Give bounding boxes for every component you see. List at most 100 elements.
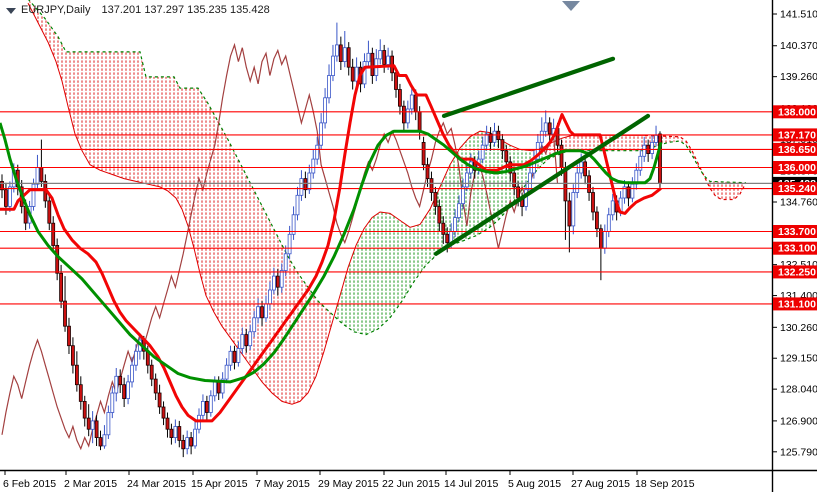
- candle: [149, 364, 154, 380]
- candle: [437, 205, 442, 224]
- ohlc-readout: 137.201 137.297 135.235 135.428: [101, 4, 270, 16]
- candle: [118, 375, 123, 386]
- candle: [200, 400, 205, 416]
- candle: [208, 395, 213, 413]
- candle: [492, 130, 497, 143]
- candle: [126, 381, 130, 399]
- candle: [299, 178, 304, 196]
- candle: [464, 172, 469, 188]
- candle: [260, 306, 264, 319]
- candle: [342, 47, 347, 63]
- price-axis-label: 141.510: [780, 9, 817, 21]
- candle: [75, 364, 79, 386]
- candle: [35, 167, 40, 185]
- candle: [232, 350, 237, 363]
- candle: [543, 122, 548, 132]
- candle: [134, 350, 138, 366]
- level-label-text: 133.700: [778, 226, 816, 238]
- candle: [591, 192, 595, 213]
- candle: [130, 364, 134, 383]
- candle: [547, 122, 552, 135]
- candle: [528, 172, 532, 191]
- candle: [55, 244, 60, 274]
- candle: [181, 439, 186, 450]
- candle: [248, 331, 253, 347]
- level-label-text: 131.100: [778, 298, 816, 310]
- price-chart[interactable]: 141.510140.370139.260138.120137.010135.8…: [0, 0, 817, 492]
- price-axis-label: 134.760: [780, 197, 817, 209]
- candle: [417, 111, 422, 132]
- candle: [224, 364, 229, 380]
- candle: [303, 178, 308, 191]
- candle: [94, 420, 99, 438]
- candle: [382, 50, 387, 65]
- date-axis-label: 18 Sep 2015: [635, 478, 695, 490]
- candle: [445, 233, 450, 244]
- candle: [275, 275, 280, 288]
- candle: [334, 44, 339, 57]
- candle: [51, 222, 56, 246]
- candle: [327, 75, 331, 99]
- candle: [256, 306, 261, 319]
- candle: [283, 253, 288, 271]
- candle: [484, 133, 489, 146]
- date-axis-label: 29 May 2015: [318, 478, 379, 490]
- candle: [539, 130, 544, 143]
- candle: [429, 178, 434, 193]
- candle: [394, 72, 398, 90]
- candle: [319, 122, 324, 146]
- candle: [338, 44, 343, 63]
- date-axis-label: 14 Jul 2015: [444, 478, 498, 490]
- candle: [654, 134, 658, 143]
- level-label-text: 136.000: [778, 162, 816, 174]
- price-axis-label: 129.150: [780, 353, 817, 365]
- candle: [480, 144, 485, 160]
- candle: [165, 417, 170, 430]
- candle: [204, 400, 209, 413]
- date-axis-label: 22 Jun 2015: [382, 478, 440, 490]
- candle: [295, 194, 300, 216]
- candle: [7, 186, 12, 207]
- candle: [512, 172, 517, 188]
- level-label-text: 132.250: [778, 266, 816, 278]
- candle: [47, 200, 52, 224]
- candle: [401, 105, 406, 124]
- symbol-period-label: EURJPY,Daily: [21, 4, 91, 16]
- candle: [311, 158, 316, 174]
- candle: [106, 412, 111, 436]
- candle: [331, 55, 335, 76]
- candle: [370, 52, 375, 76]
- candle: [630, 183, 635, 199]
- candle: [271, 275, 276, 291]
- candle: [453, 217, 458, 232]
- date-axis-label: 27 Aug 2015: [571, 478, 630, 490]
- candle: [461, 186, 465, 204]
- candle: [86, 417, 91, 430]
- candle: [98, 437, 103, 447]
- candle: [63, 300, 67, 327]
- candle: [413, 94, 418, 113]
- candle: [267, 289, 272, 305]
- candle: [650, 141, 654, 154]
- candle: [567, 200, 572, 227]
- candle: [386, 55, 391, 65]
- candle: [82, 400, 87, 419]
- time-axis[interactable]: 6 Feb 2015 2 Mar 2015 24 Mar 2015 15 Apr 20…: [3, 471, 695, 490]
- candle: [78, 384, 83, 402]
- candle: [425, 164, 430, 179]
- level-label-text: 135.240: [778, 183, 816, 195]
- candle: [110, 392, 115, 413]
- price-axis-label: 139.260: [780, 71, 817, 83]
- candle: [583, 161, 587, 177]
- price-axis-label: 126.900: [780, 415, 817, 427]
- candle: [315, 144, 320, 160]
- level-label-text: 138.000: [778, 106, 816, 118]
- candle: [102, 434, 107, 447]
- symbol-dropdown-icon[interactable]: [6, 7, 16, 14]
- candle: [362, 61, 367, 85]
- date-axis-label: 2 Mar 2015: [64, 478, 117, 490]
- candle: [244, 334, 249, 347]
- candle: [595, 211, 599, 230]
- trend-line-1[interactable]: [441, 56, 616, 119]
- candle: [161, 406, 166, 419]
